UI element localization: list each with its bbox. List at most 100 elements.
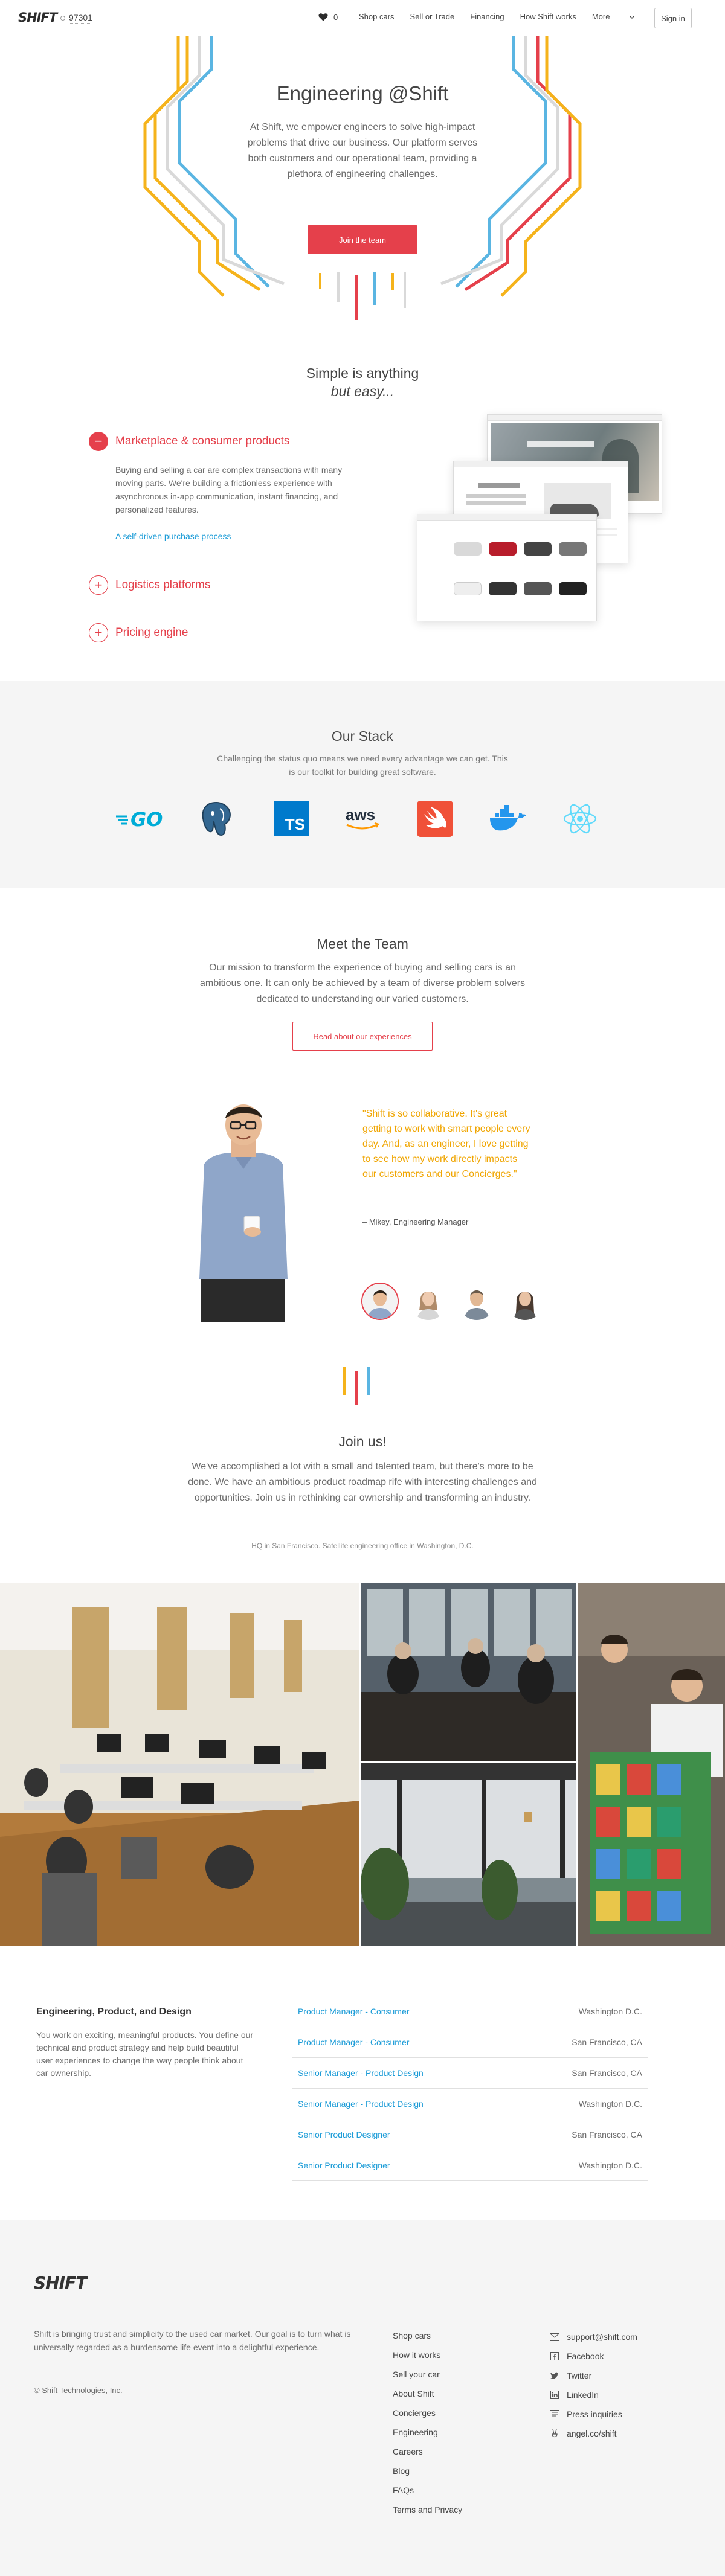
footer-logo[interactable]: SHIFT [34, 2273, 87, 2293]
footer-twitter[interactable]: Twitter [550, 2366, 637, 2385]
footer-description: Shift is bringing trust and simplicity t… [34, 2329, 351, 2352]
job-title[interactable]: Senior Manager - Product Design [298, 2099, 424, 2109]
mail-icon [550, 2332, 559, 2342]
footer-link-shop-cars[interactable]: Shop cars [393, 2331, 462, 2350]
team-member-photo [192, 1098, 295, 1322]
accordion-label: Pricing engine [115, 626, 188, 639]
footer-angel[interactable]: angel.co/shift [550, 2424, 637, 2443]
footer-link-faqs[interactable]: FAQs [393, 2485, 462, 2505]
office-photo-main [0, 1583, 359, 1946]
job-location: San Francisco, CA [572, 2130, 642, 2139]
hero-description: At Shift, we empower engineers to solve … [247, 122, 478, 179]
avatar-mikey[interactable] [361, 1283, 399, 1320]
join-title: Join us! [338, 1434, 387, 1449]
simple-section-title: Simple is anything but easy... [242, 364, 483, 400]
nav-link-how-shift-works[interactable]: How Shift works [520, 12, 576, 21]
self-driven-purchase-link[interactable]: A self-driven purchase process [115, 531, 231, 541]
stack-logos: GO TS aws [0, 797, 725, 841]
job-title[interactable]: Senior Manager - Product Design [298, 2068, 424, 2078]
job-listings: Product Manager - Consumer Washington D.C… [292, 1996, 648, 2181]
footer-facebook[interactable]: Facebook [550, 2347, 637, 2366]
social-label: Twitter [567, 2371, 592, 2380]
footer-link-terms-privacy[interactable]: Terms and Privacy [393, 2505, 462, 2524]
location-icon [60, 16, 65, 21]
job-location: Washington D.C. [578, 2161, 642, 2170]
footer-link-careers[interactable]: Careers [393, 2447, 462, 2466]
simple-title-line2: but easy... [330, 383, 395, 399]
job-title[interactable]: Senior Product Designer [298, 2130, 390, 2139]
hero-title: Engineering @Shift [276, 82, 449, 104]
favorites-count: 0 [334, 12, 338, 22]
office-photo-celebration [578, 1583, 725, 1946]
go-logo: GO [116, 797, 174, 841]
nav-more-menu[interactable]: More [592, 12, 636, 21]
hero-section: Engineering @Shift At Shift, we empower … [0, 36, 725, 326]
job-row[interactable]: Product Manager - Consumer Washington D.C… [292, 1996, 648, 2027]
nav-link-financing[interactable]: Financing [470, 12, 504, 21]
team-quote: "Shift is so collaborative. It's great g… [362, 1109, 530, 1179]
social-label: LinkedIn [567, 2390, 599, 2400]
sign-in-button[interactable]: Sign in [654, 8, 692, 28]
zip-value: 97301 [69, 13, 92, 24]
job-row[interactable]: Senior Product Designer San Francisco, CA [292, 2119, 648, 2150]
footer-link-concierges[interactable]: Concierges [393, 2408, 462, 2427]
job-title[interactable]: Senior Product Designer [298, 2161, 390, 2170]
footer-press[interactable]: Press inquiries [550, 2405, 637, 2424]
mockup-search-results [417, 514, 597, 621]
office-photo-meeting [361, 1583, 576, 1761]
simple-title-line1: Simple is anything [306, 365, 419, 381]
favorites-button[interactable]: 0 [318, 11, 338, 22]
avatar-team-member-3[interactable] [458, 1283, 495, 1320]
accordion-pricing[interactable]: + Pricing engine [89, 623, 188, 642]
accordion-logistics[interactable]: + Logistics platforms [89, 575, 210, 595]
job-row[interactable]: Senior Manager - Product Design Washingto… [292, 2089, 648, 2119]
nav-link-shop-cars[interactable]: Shop cars [359, 12, 395, 21]
plus-icon: + [89, 575, 108, 595]
footer-linkedin[interactable]: LinkedIn [550, 2385, 637, 2405]
join-decorative-lines [343, 1367, 370, 1405]
hq-note: HQ in San Francisco. Satellite engineeri… [251, 1542, 474, 1550]
footer-link-how-it-works[interactable]: How it works [393, 2350, 462, 2369]
go-text: GO [130, 808, 163, 831]
react-logo [558, 797, 602, 841]
shift-logo[interactable]: SHIFT [18, 10, 57, 25]
stack-section: Our Stack Challenging the status quo mea… [0, 681, 725, 888]
chevron-down-icon [629, 15, 635, 19]
footer-link-sell-your-car[interactable]: Sell your car [393, 2369, 462, 2389]
social-label: support@shift.com [567, 2332, 637, 2342]
job-row[interactable]: Product Manager - Consumer San Francisco,… [292, 2027, 648, 2058]
job-row[interactable]: Senior Product Designer Washington D.C. [292, 2150, 648, 2181]
read-experiences-button[interactable]: Read about our experiences [292, 1022, 433, 1051]
footer-contact-email[interactable]: support@shift.com [550, 2327, 637, 2347]
avatar-team-member-2[interactable] [410, 1283, 447, 1320]
job-title[interactable]: Product Manager - Consumer [298, 2037, 409, 2047]
footer-link-engineering[interactable]: Engineering [393, 2427, 462, 2447]
footer: SHIFT Shift is bringing trust and simpli… [0, 2220, 725, 2576]
stack-description: Challenging the status quo means we need… [217, 754, 508, 777]
footer-link-blog[interactable]: Blog [393, 2466, 462, 2485]
typescript-logo: TS [269, 797, 313, 841]
team-title: Meet the Team [317, 936, 408, 952]
zip-selector[interactable]: 97301 [60, 10, 92, 26]
job-location: San Francisco, CA [572, 2068, 642, 2078]
nav-links: Shop cars Sell or Trade Financing How Sh… [359, 12, 651, 21]
docker-logo [486, 797, 529, 841]
avatar-team-member-4[interactable] [506, 1283, 544, 1320]
accordion-marketplace[interactable]: − Marketplace & consumer products [89, 432, 289, 451]
office-photos [0, 1583, 725, 1946]
job-title[interactable]: Product Manager - Consumer [298, 2007, 409, 2016]
press-icon [550, 2409, 559, 2419]
swift-logo [413, 797, 457, 841]
accordion-label: Logistics platforms [115, 578, 211, 591]
nav-link-sell-or-trade[interactable]: Sell or Trade [410, 12, 455, 21]
aws-text: aws [346, 806, 375, 824]
accordion-label: Marketplace & consumer products [115, 435, 290, 447]
nav-more-label: More [591, 12, 610, 21]
jobs-category-title: Engineering, Product, and Design [36, 2007, 192, 2017]
footer-link-about-shift[interactable]: About Shift [393, 2389, 462, 2408]
job-row[interactable]: Senior Manager - Product Design San Franc… [292, 2058, 648, 2089]
join-the-team-button[interactable]: Join the team [308, 225, 417, 254]
top-nav: SHIFT 97301 0 Shop cars Sell or Trade Fi… [0, 0, 725, 36]
footer-social: support@shift.com Facebook Twitter Linke… [550, 2327, 637, 2443]
team-avatars [361, 1283, 544, 1320]
